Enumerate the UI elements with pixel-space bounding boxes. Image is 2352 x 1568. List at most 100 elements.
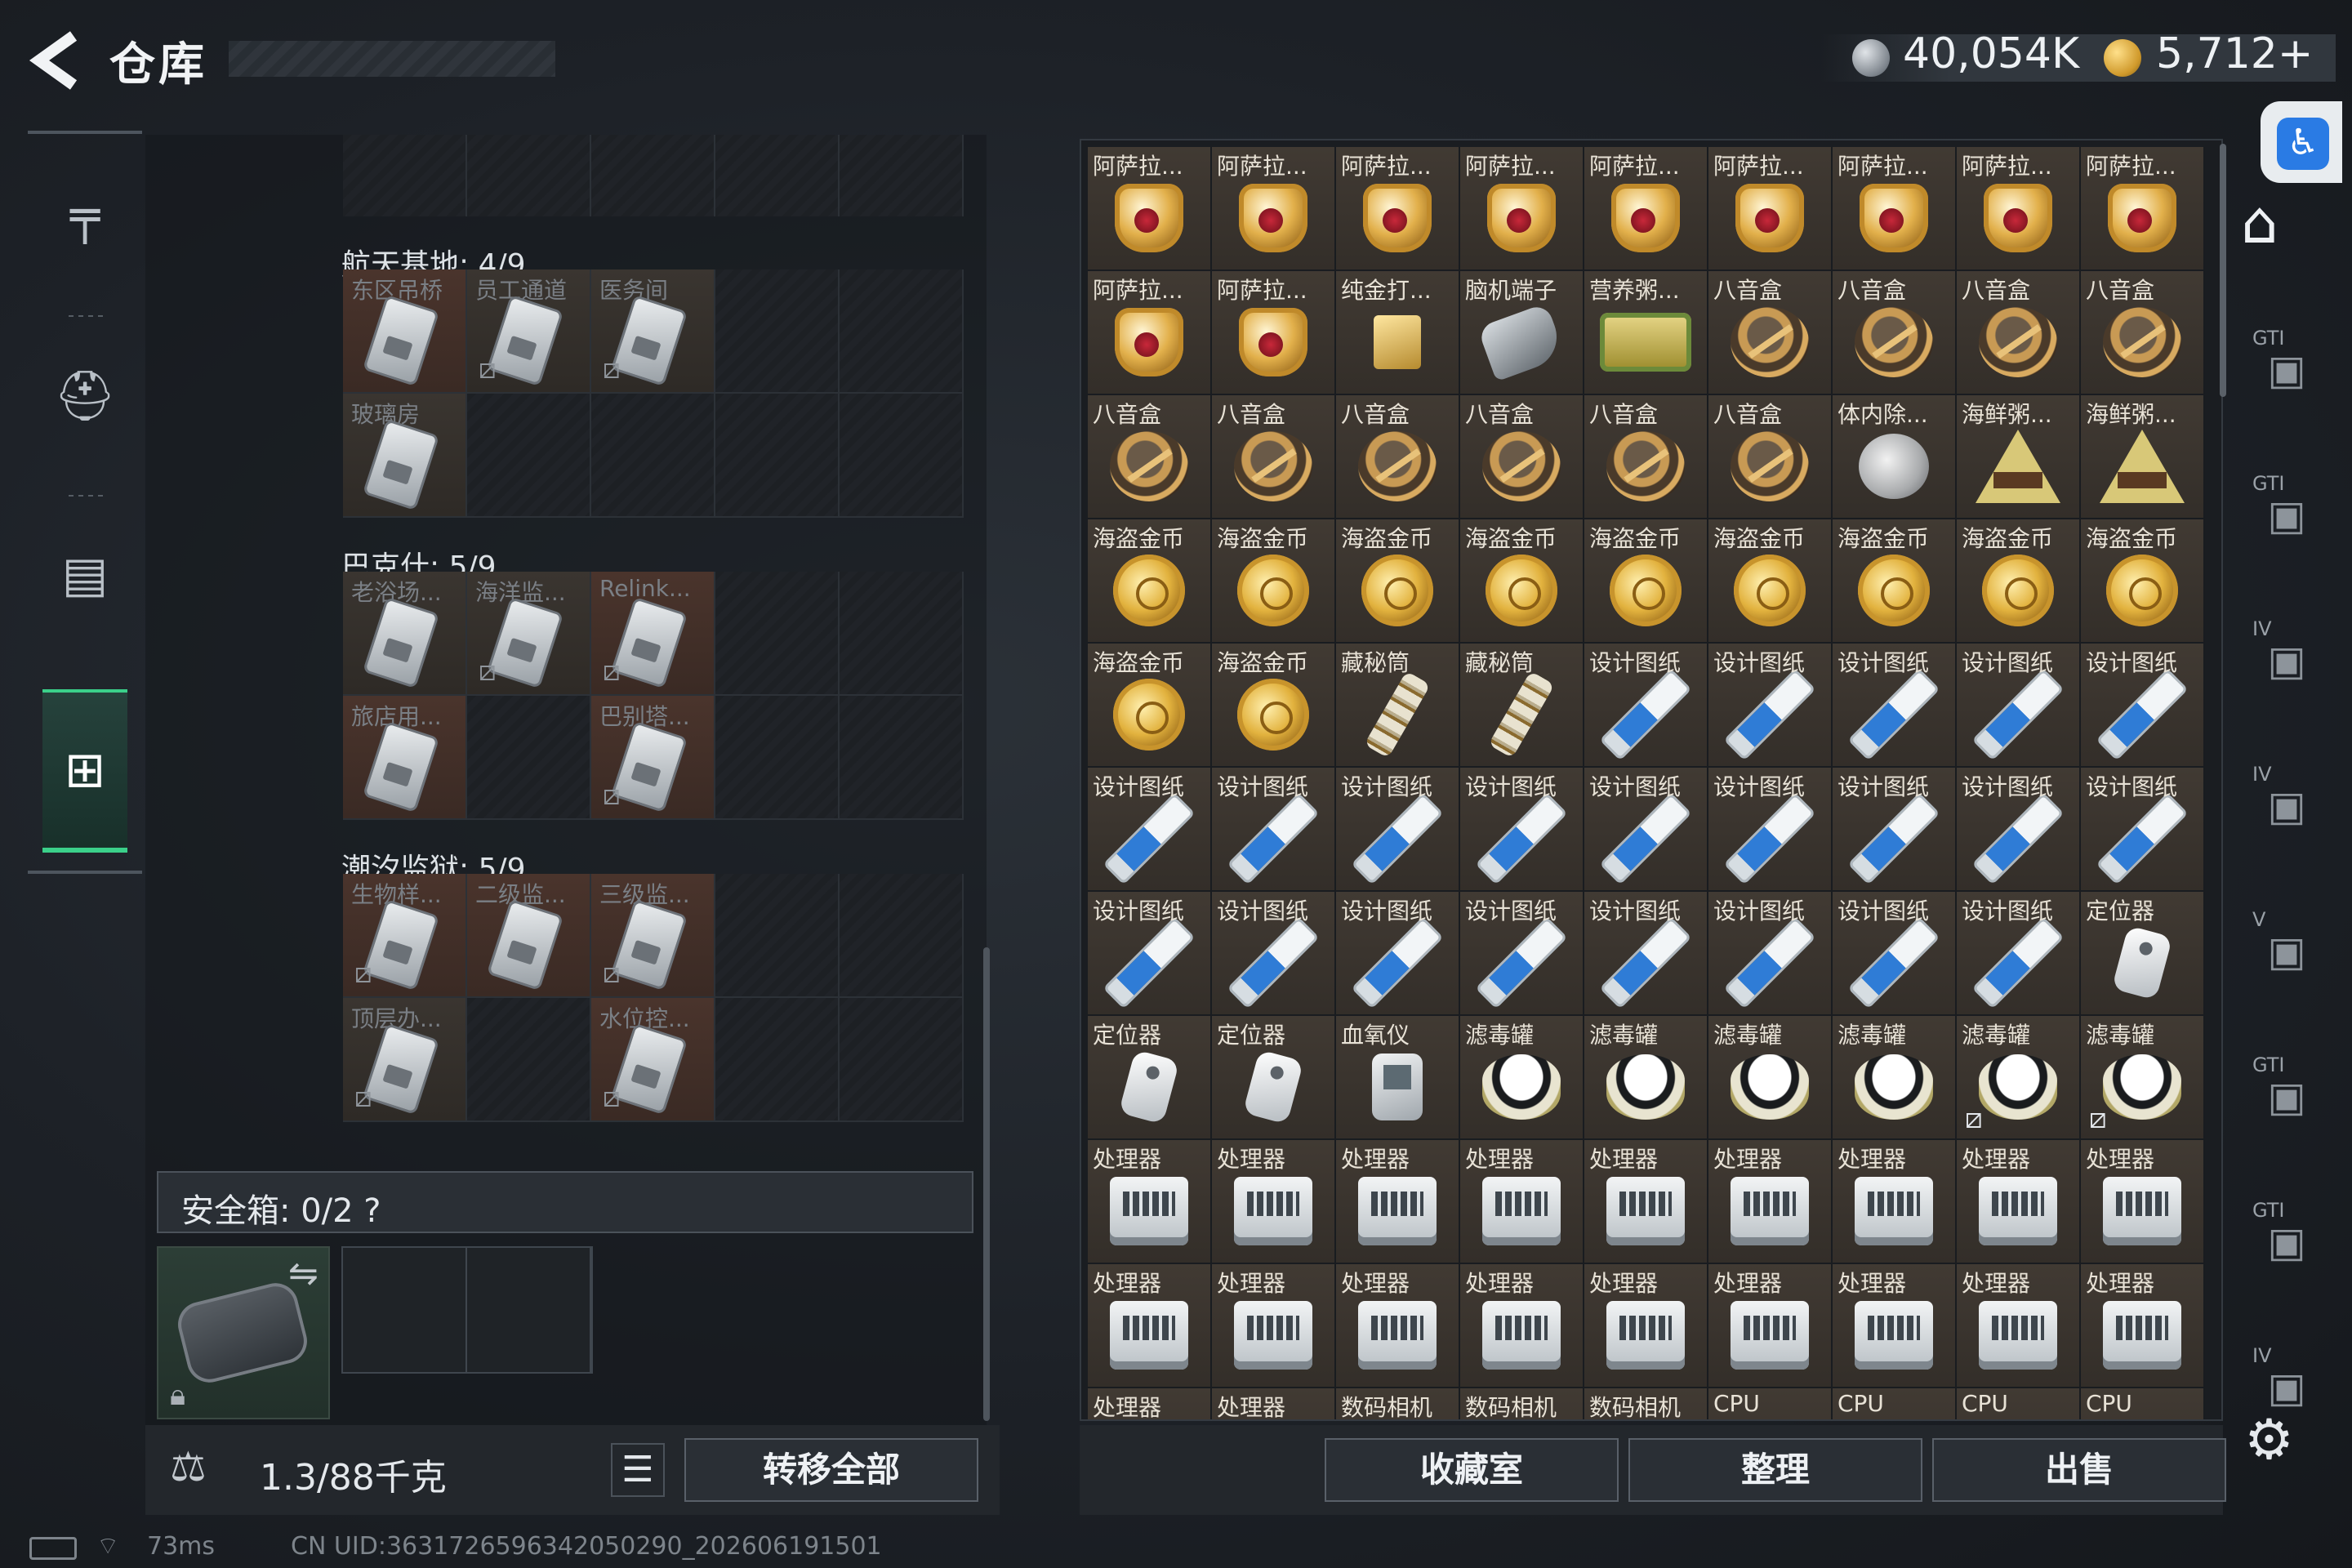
settings-gear-icon[interactable]: ⚙ bbox=[2244, 1408, 2294, 1472]
item-slot[interactable]: CPU bbox=[1708, 1388, 1833, 1419]
item-slot[interactable]: 设计图纸 bbox=[1957, 768, 2081, 892]
item-slot[interactable]: 海盗金币 bbox=[1336, 519, 1460, 644]
right-scrollbar[interactable] bbox=[2220, 144, 2226, 397]
item-slot[interactable]: 八音盒 bbox=[2081, 271, 2205, 395]
keycard-slot[interactable]: 顶层办... ⧄ bbox=[343, 998, 467, 1122]
empty-slot[interactable] bbox=[715, 270, 840, 394]
item-slot[interactable]: 设计图纸 bbox=[1460, 768, 1584, 892]
transfer-all-button[interactable]: 转移全部 bbox=[684, 1438, 978, 1502]
empty-slot[interactable] bbox=[715, 874, 840, 998]
empty-slot[interactable] bbox=[840, 270, 964, 394]
item-slot[interactable]: 定位器 bbox=[1212, 1016, 1336, 1140]
item-slot[interactable]: CPU bbox=[1833, 1388, 1957, 1419]
empty-slot[interactable] bbox=[715, 135, 840, 216]
item-slot[interactable]: 海盗金币 bbox=[1460, 519, 1584, 644]
item-slot[interactable]: 藏秘筒 bbox=[1460, 644, 1584, 768]
item-slot[interactable]: 阿萨拉... bbox=[1088, 147, 1212, 271]
item-slot[interactable]: 设计图纸 bbox=[2081, 768, 2205, 892]
item-slot[interactable]: 海鲜粥... bbox=[2081, 395, 2205, 519]
item-slot[interactable]: 阿萨拉... bbox=[1088, 271, 1212, 395]
keycard-slot[interactable]: 水位控... ⧄ bbox=[591, 998, 715, 1122]
item-slot[interactable]: 设计图纸 bbox=[1708, 892, 1833, 1016]
item-slot[interactable]: 八音盒 bbox=[1833, 271, 1957, 395]
item-slot[interactable]: 数码相机 bbox=[1584, 1388, 1708, 1419]
item-slot[interactable]: 处理器 bbox=[1088, 1264, 1212, 1388]
empty-slot[interactable] bbox=[467, 135, 591, 216]
item-slot[interactable]: 设计图纸 bbox=[1584, 644, 1708, 768]
safebox-item[interactable]: ⇋ 🔒︎ bbox=[157, 1246, 330, 1419]
keycard-slot[interactable]: 东区吊桥 bbox=[343, 270, 467, 394]
item-slot[interactable]: 阿萨拉... bbox=[1833, 147, 1957, 271]
empty-slot[interactable] bbox=[840, 394, 964, 518]
item-slot[interactable]: 设计图纸 bbox=[1957, 892, 2081, 1016]
item-slot[interactable]: 处理器 bbox=[1460, 1140, 1584, 1264]
item-slot[interactable]: CPU bbox=[2081, 1388, 2205, 1419]
item-slot[interactable]: 设计图纸 bbox=[1708, 768, 1833, 892]
item-slot[interactable]: 阿萨拉... bbox=[1708, 147, 1833, 271]
category-camera[interactable]: V ▣ bbox=[2246, 900, 2328, 998]
item-slot[interactable]: 处理器 bbox=[1212, 1388, 1336, 1419]
keycard-slot[interactable]: 三级监... ⧄ bbox=[591, 874, 715, 998]
item-slot[interactable]: 血氧仪 bbox=[1336, 1016, 1460, 1140]
item-slot[interactable]: 海盗金币 bbox=[1088, 644, 1212, 768]
currency-gold[interactable]: 5,712+ bbox=[2156, 29, 2313, 78]
item-slot[interactable]: 八音盒 bbox=[1708, 395, 1833, 519]
category-vehicle[interactable]: GTI ▣ bbox=[2246, 1191, 2328, 1289]
item-slot[interactable]: 纯金打... bbox=[1336, 271, 1460, 395]
item-slot[interactable]: 八音盒 bbox=[1336, 395, 1460, 519]
empty-slot[interactable] bbox=[840, 135, 964, 216]
category-ship[interactable]: GTI ▣ bbox=[2246, 464, 2328, 562]
safebox-label[interactable]: 安全箱: 0/2 ? bbox=[181, 1184, 381, 1232]
keycard-slot[interactable]: 二级监... bbox=[467, 874, 591, 998]
empty-slot[interactable] bbox=[467, 998, 591, 1122]
left-scrollbar[interactable] bbox=[983, 947, 990, 1421]
item-slot[interactable]: 八音盒 bbox=[1460, 395, 1584, 519]
empty-slot[interactable] bbox=[840, 874, 964, 998]
empty-slot[interactable] bbox=[343, 135, 467, 216]
item-slot[interactable]: 海盗金币 bbox=[2081, 519, 2205, 644]
item-slot[interactable]: 处理器 bbox=[1336, 1264, 1460, 1388]
item-slot[interactable]: 滤毒罐 bbox=[1584, 1016, 1708, 1140]
item-slot[interactable]: 阿萨拉... bbox=[1460, 147, 1584, 271]
item-slot[interactable]: 海盗金币 bbox=[1088, 519, 1212, 644]
keycard-slot[interactable]: 海洋监... ⧄ bbox=[467, 572, 591, 696]
item-slot[interactable]: 设计图纸 bbox=[1708, 644, 1833, 768]
safebox-slot[interactable] bbox=[343, 1248, 467, 1372]
keycard-slot[interactable]: 医务间 ⧄ bbox=[591, 270, 715, 394]
empty-slot[interactable] bbox=[591, 394, 715, 518]
empty-slot[interactable] bbox=[840, 696, 964, 820]
item-slot[interactable]: 处理器 bbox=[1336, 1140, 1460, 1264]
item-slot[interactable]: 八音盒 bbox=[1088, 395, 1212, 519]
tab-weapon[interactable]: ╤ bbox=[42, 134, 127, 297]
item-slot[interactable]: 海鲜粥... bbox=[1957, 395, 2081, 519]
item-slot[interactable]: 海盗金币 bbox=[1957, 519, 2081, 644]
item-slot[interactable]: 处理器 bbox=[1833, 1140, 1957, 1264]
item-slot[interactable]: 设计图纸 bbox=[1833, 768, 1957, 892]
item-slot[interactable]: 处理器 bbox=[1957, 1140, 2081, 1264]
item-slot[interactable]: 处理器 bbox=[2081, 1140, 2205, 1264]
category-box[interactable]: IV ▣ bbox=[2246, 609, 2328, 707]
empty-slot[interactable] bbox=[715, 394, 840, 518]
item-slot[interactable]: CPU bbox=[1957, 1388, 2081, 1419]
item-slot[interactable]: 藏秘筒 bbox=[1336, 644, 1460, 768]
item-slot[interactable]: 滤毒罐 bbox=[1460, 1016, 1584, 1140]
item-slot[interactable]: 阿萨拉... bbox=[1336, 147, 1460, 271]
item-slot[interactable]: 处理器 bbox=[1584, 1140, 1708, 1264]
item-slot[interactable]: 设计图纸 bbox=[1088, 892, 1212, 1016]
sort-button[interactable]: 整理 bbox=[1628, 1438, 1922, 1502]
item-slot[interactable]: 数码相机 bbox=[1460, 1388, 1584, 1419]
item-slot[interactable]: 数码相机 bbox=[1336, 1388, 1460, 1419]
swap-icon[interactable]: ⇋ bbox=[288, 1253, 318, 1294]
empty-slot[interactable] bbox=[715, 696, 840, 820]
item-slot[interactable]: 设计图纸 bbox=[1584, 768, 1708, 892]
category-grid[interactable]: GTI ▣ bbox=[2246, 318, 2328, 416]
item-slot[interactable]: 体内除... bbox=[1833, 395, 1957, 519]
item-slot[interactable]: 八音盒 bbox=[1708, 271, 1833, 395]
empty-slot[interactable] bbox=[467, 394, 591, 518]
item-slot[interactable]: 海盗金币 bbox=[1584, 519, 1708, 644]
collection-button[interactable]: 收藏室 bbox=[1325, 1438, 1619, 1502]
item-slot[interactable]: 海盗金币 bbox=[1708, 519, 1833, 644]
item-slot[interactable]: 处理器 bbox=[1957, 1264, 2081, 1388]
item-slot[interactable]: 处理器 bbox=[1708, 1264, 1833, 1388]
item-slot[interactable]: 脑机端子 bbox=[1460, 271, 1584, 395]
